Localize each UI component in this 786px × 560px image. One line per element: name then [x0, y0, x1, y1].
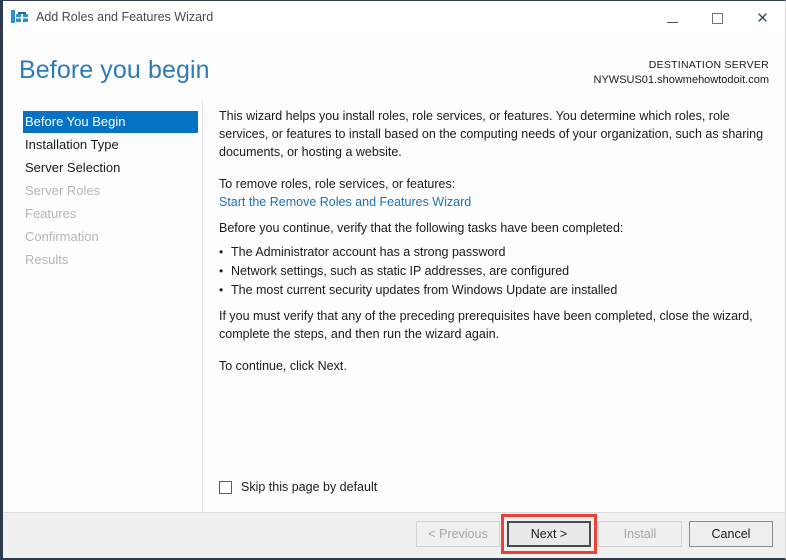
wizard-window: Add Roles and Features Wizard ✕ Before y…: [0, 0, 786, 560]
remove-roles-wizard-link[interactable]: Start the Remove Roles and Features Wiza…: [219, 195, 471, 209]
sidebar-item-server-roles: Server Roles: [25, 183, 101, 198]
prerequisite-list: The Administrator account has a strong p…: [219, 243, 765, 300]
verify-lead-text: Before you continue, verify that the fol…: [219, 221, 624, 235]
window-controls: ✕: [650, 1, 785, 36]
destination-server-block: DESTINATION SERVER NYWSUS01.showmehowtod…: [594, 58, 769, 88]
previous-button: < Previous: [416, 521, 500, 547]
wizard-content: This wizard helps you install roles, rol…: [204, 101, 785, 512]
window-title: Add Roles and Features Wizard: [36, 10, 214, 24]
sidebar-item-before-you-begin[interactable]: Before You Begin: [23, 111, 198, 133]
skip-page-row[interactable]: Skip this page by default: [219, 480, 377, 494]
skip-page-label: Skip this page by default: [241, 480, 378, 494]
minimize-button[interactable]: [650, 1, 695, 36]
maximize-button[interactable]: [695, 1, 740, 36]
remove-lead-text: To remove roles, role services, or featu…: [219, 177, 456, 191]
minimize-icon: [667, 22, 678, 23]
wizard-navigation: Before You Begin Installation Type Serve…: [3, 101, 203, 512]
list-item: The most current security updates from W…: [219, 281, 765, 300]
destination-server-label: DESTINATION SERVER: [648, 59, 769, 71]
next-button-wrapper: Next >: [501, 514, 597, 554]
sidebar-item-results: Results: [25, 252, 69, 267]
sidebar-item-installation-type[interactable]: Installation Type: [3, 134, 202, 156]
sidebar-item-confirmation: Confirmation: [25, 229, 99, 244]
server-roles-icon: [10, 9, 30, 27]
page-title: Before you begin: [19, 56, 210, 84]
maximize-icon: [712, 13, 723, 24]
remove-section: To remove roles, role services, or featu…: [219, 175, 765, 211]
list-item: Network settings, such as static IP addr…: [219, 262, 765, 281]
skip-page-checkbox[interactable]: [219, 480, 232, 494]
close-button[interactable]: ✕: [740, 1, 785, 36]
sidebar-item-features: Features: [25, 206, 77, 221]
page-header: Before you begin DESTINATION SERVER NYWS…: [3, 36, 785, 98]
title-bar: Add Roles and Features Wizard ✕: [3, 1, 785, 37]
close-icon: ✕: [756, 9, 769, 27]
next-button[interactable]: Next >: [507, 521, 591, 547]
sidebar-item-server-selection[interactable]: Server Selection: [3, 157, 202, 179]
destination-server-name: NYWSUS01.showmehowtodoit.com: [593, 74, 769, 86]
intro-paragraph: This wizard helps you install roles, rol…: [219, 109, 764, 159]
wizard-footer: < Previous Next > Install Cancel: [3, 512, 785, 558]
install-button: Install: [598, 521, 682, 547]
footer-button-row: < Previous Next > Install Cancel: [409, 514, 773, 554]
prerequisite-note: If you must verify that any of the prece…: [219, 309, 753, 341]
list-item: The Administrator account has a strong p…: [219, 243, 765, 262]
cancel-button[interactable]: Cancel: [689, 521, 773, 547]
continue-note: To continue, click Next.: [219, 359, 347, 373]
